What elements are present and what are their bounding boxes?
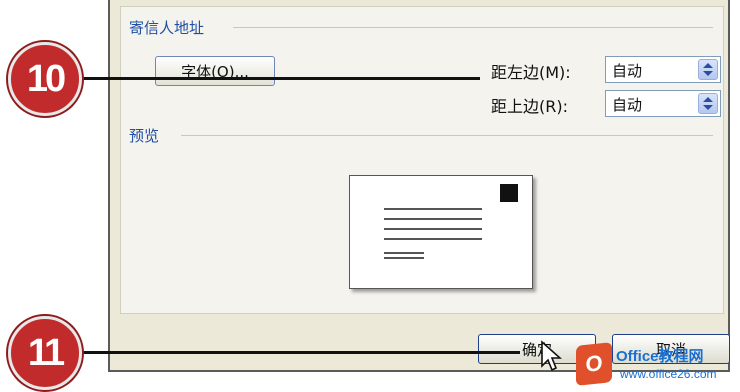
section-divider <box>233 27 713 28</box>
address-line <box>384 238 482 240</box>
office-logo-icon: O <box>576 342 612 386</box>
margin-top-label: 距上边(R): <box>491 97 568 116</box>
watermark-url: www.office26.com <box>620 367 717 381</box>
watermark-brand: Office教程网 <box>616 348 704 365</box>
margin-left-spinner[interactable]: 自动 <box>605 56 721 83</box>
return-address-line <box>384 252 424 254</box>
spinner-arrows-icon[interactable] <box>698 93 718 114</box>
margin-top-spinner[interactable]: 自动 <box>605 90 721 117</box>
address-line <box>384 218 482 220</box>
section-divider <box>181 135 713 136</box>
margin-left-label: 距左边(M): <box>491 63 571 82</box>
address-line <box>384 208 482 210</box>
envelope-preview <box>349 175 533 289</box>
font-button[interactable]: 字体(O)... <box>155 56 275 86</box>
watermark: O Office教程网 www.office26.com <box>568 339 738 389</box>
callout-leader-line <box>80 77 480 80</box>
envelope-options-dialog: 寄信人地址 字体(O)... 距左边(M): 自动 距上边(R): 自动 预览 <box>108 0 730 372</box>
preview-title: 预览 <box>129 125 166 146</box>
callout-badge-10: 10 <box>8 42 82 116</box>
stamp-icon <box>500 184 518 202</box>
margin-left-value: 自动 <box>612 62 643 80</box>
spinner-arrows-icon[interactable] <box>698 59 718 80</box>
sender-address-title: 寄信人地址 <box>129 17 211 38</box>
address-line <box>384 228 482 230</box>
margin-top-value: 自动 <box>612 96 643 114</box>
callout-badge-11: 11 <box>8 316 82 390</box>
options-panel: 寄信人地址 字体(O)... 距左边(M): 自动 距上边(R): 自动 预览 <box>120 6 724 314</box>
callout-leader-line <box>80 351 520 354</box>
mouse-pointer-icon <box>541 340 562 372</box>
return-address-line <box>384 257 424 259</box>
